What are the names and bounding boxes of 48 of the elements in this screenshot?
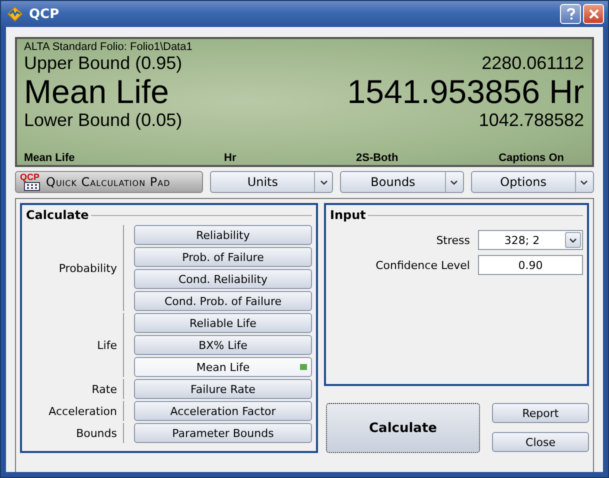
group-label: Probability xyxy=(58,262,117,274)
group-label: Acceleration xyxy=(48,404,117,418)
calculation-button[interactable]: Mean Life xyxy=(134,357,312,377)
field-label: Confidence Level xyxy=(374,258,470,272)
upper-bound-label: Upper Bound (0.95) xyxy=(24,53,182,74)
section-title: Input xyxy=(330,208,366,222)
calculation-button[interactable]: Reliability xyxy=(134,225,312,245)
result-value: 1541.953856 Hr xyxy=(347,74,584,110)
status-text: Hr xyxy=(224,152,238,164)
calculation-button[interactable]: BX% Life xyxy=(134,335,312,355)
dropdown-button[interactable]: Bounds xyxy=(340,171,464,193)
source-label: ALTA Standard Folio: Folio1\Data1 xyxy=(24,41,194,53)
lower-bound-value: 1042.788582 xyxy=(478,110,584,131)
calculation-button[interactable]: Prob. of Failure xyxy=(134,247,312,267)
window-title: QCP xyxy=(29,6,60,22)
selected-indicator-icon xyxy=(300,364,307,370)
close-icon xyxy=(588,9,598,19)
calculation-button[interactable]: Cond. Prob. of Failure xyxy=(134,291,312,311)
stress-dropdown[interactable]: 328; 2 xyxy=(478,230,583,250)
grid-icon xyxy=(24,182,40,191)
group-label: Bounds xyxy=(76,426,117,440)
close-button[interactable] xyxy=(583,4,604,24)
status-text: 2S-Both xyxy=(356,152,400,164)
calculation-button[interactable]: Cond. Reliability xyxy=(134,269,312,289)
dropdown-button[interactable]: Units xyxy=(210,171,334,193)
logo-icon: QCP xyxy=(20,173,40,191)
quick-calculation-pad-button[interactable]: QCP Quick Calculation Pad xyxy=(15,171,203,193)
upper-bound-value: 2280.061112 xyxy=(482,53,584,74)
calculation-button[interactable]: Acceleration Factor xyxy=(134,401,312,421)
group-label: Rate xyxy=(92,382,117,396)
calculation-button[interactable]: Parameter Bounds xyxy=(134,423,312,443)
action-button[interactable]: Close xyxy=(492,432,589,452)
result-label: Mean Life xyxy=(24,74,169,110)
calculation-button[interactable]: Failure Rate xyxy=(134,379,312,399)
help-button[interactable] xyxy=(560,4,581,24)
dropdown-button[interactable]: Options xyxy=(470,171,594,193)
group-label: Life xyxy=(97,338,117,352)
action-button[interactable]: Report xyxy=(492,403,589,423)
calculation-button[interactable]: Reliable Life xyxy=(134,313,312,333)
app-logo-icon xyxy=(7,6,23,22)
section-title: Calculate xyxy=(26,208,89,222)
status-text: Mean Life xyxy=(24,152,76,164)
status-text: Captions On xyxy=(498,152,564,164)
help-icon xyxy=(566,8,576,20)
lower-bound-label: Lower Bound (0.05) xyxy=(24,110,182,131)
field-label: Stress xyxy=(435,234,470,246)
calculate-button[interactable]: Calculate xyxy=(326,403,480,453)
input-field[interactable]: 0.90 xyxy=(478,255,583,275)
